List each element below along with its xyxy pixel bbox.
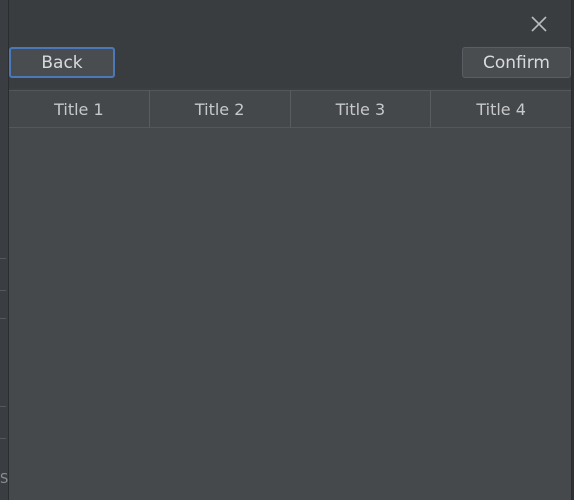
confirm-button[interactable]: Confirm — [462, 47, 571, 78]
column-header-title-4[interactable]: Title 4 — [431, 91, 571, 127]
column-header-title-1[interactable]: Title 1 — [9, 91, 150, 127]
table-header: Title 1 Title 2 Title 3 Title 4 — [9, 90, 571, 128]
column-header-title-3[interactable]: Title 3 — [291, 91, 432, 127]
dialog: Back Confirm Title 1 Title 2 Title 3 Tit… — [8, 0, 572, 500]
table-body[interactable] — [9, 128, 571, 500]
close-icon — [531, 16, 547, 32]
column-header-title-2[interactable]: Title 2 — [150, 91, 291, 127]
background-divider — [0, 290, 6, 291]
background-divider — [0, 406, 6, 407]
background-divider — [0, 438, 6, 439]
back-button[interactable]: Back — [9, 47, 115, 78]
background-divider — [0, 318, 6, 319]
close-button[interactable] — [529, 14, 549, 34]
background-side-panel — [0, 0, 8, 500]
background-divider — [0, 258, 6, 259]
